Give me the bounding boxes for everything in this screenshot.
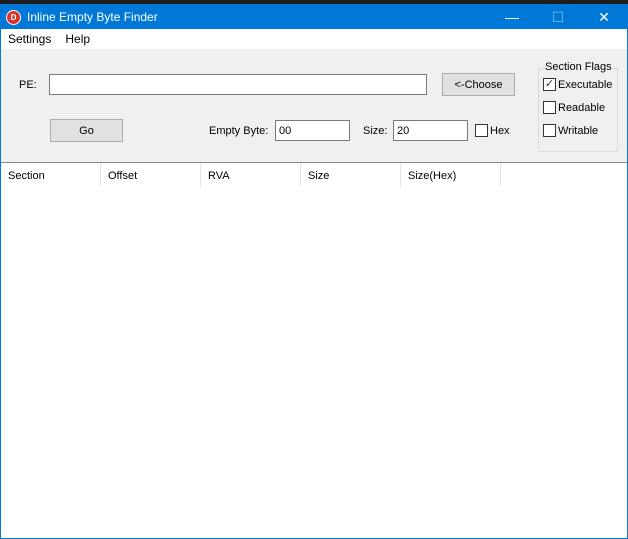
column-header-size[interactable]: Size [301,163,401,187]
column-header-section[interactable]: Section [1,163,101,187]
column-header-offset[interactable]: Offset [101,163,201,187]
section-flags-title: Section Flags [544,61,613,73]
title-bar: D Inline Empty Byte Finder — ☐ ✕ [1,5,627,29]
minimize-button[interactable]: — [489,5,535,29]
menu-help[interactable]: Help [58,32,97,46]
hex-checkbox[interactable] [475,124,488,137]
menu-bar: Settings Help [1,29,627,49]
app-logo-icon: D [6,9,21,25]
main-window: D Inline Empty Byte Finder — ☐ ✕ Setting… [0,4,628,539]
maximize-button[interactable]: ☐ [535,5,581,29]
writable-checkbox[interactable] [543,124,556,137]
empty-byte-input[interactable] [275,120,350,141]
readable-checkbox[interactable] [543,101,556,114]
go-button[interactable]: Go [50,119,123,142]
list-header: Section Offset RVA Size Size(Hex) [1,163,627,187]
executable-checkbox[interactable]: ✓ [543,78,556,91]
executable-label: Executable [558,79,613,91]
close-button[interactable]: ✕ [581,5,627,29]
pe-label: PE: [19,79,37,91]
size-input[interactable] [393,120,468,141]
pe-path-input[interactable] [49,74,427,95]
size-label: Size: [363,125,388,137]
menu-settings[interactable]: Settings [1,32,58,46]
writable-label: Writable [558,125,599,137]
empty-byte-label: Empty Byte: [209,125,269,137]
readable-label: Readable [558,102,606,114]
choose-button[interactable]: <-Choose [442,73,515,96]
hex-label: Hex [490,125,510,137]
column-header-rva[interactable]: RVA [201,163,301,187]
column-header-size-hex[interactable]: Size(Hex) [401,163,501,187]
window-title: Inline Empty Byte Finder [27,10,158,24]
results-list[interactable]: Section Offset RVA Size Size(Hex) [1,162,627,538]
